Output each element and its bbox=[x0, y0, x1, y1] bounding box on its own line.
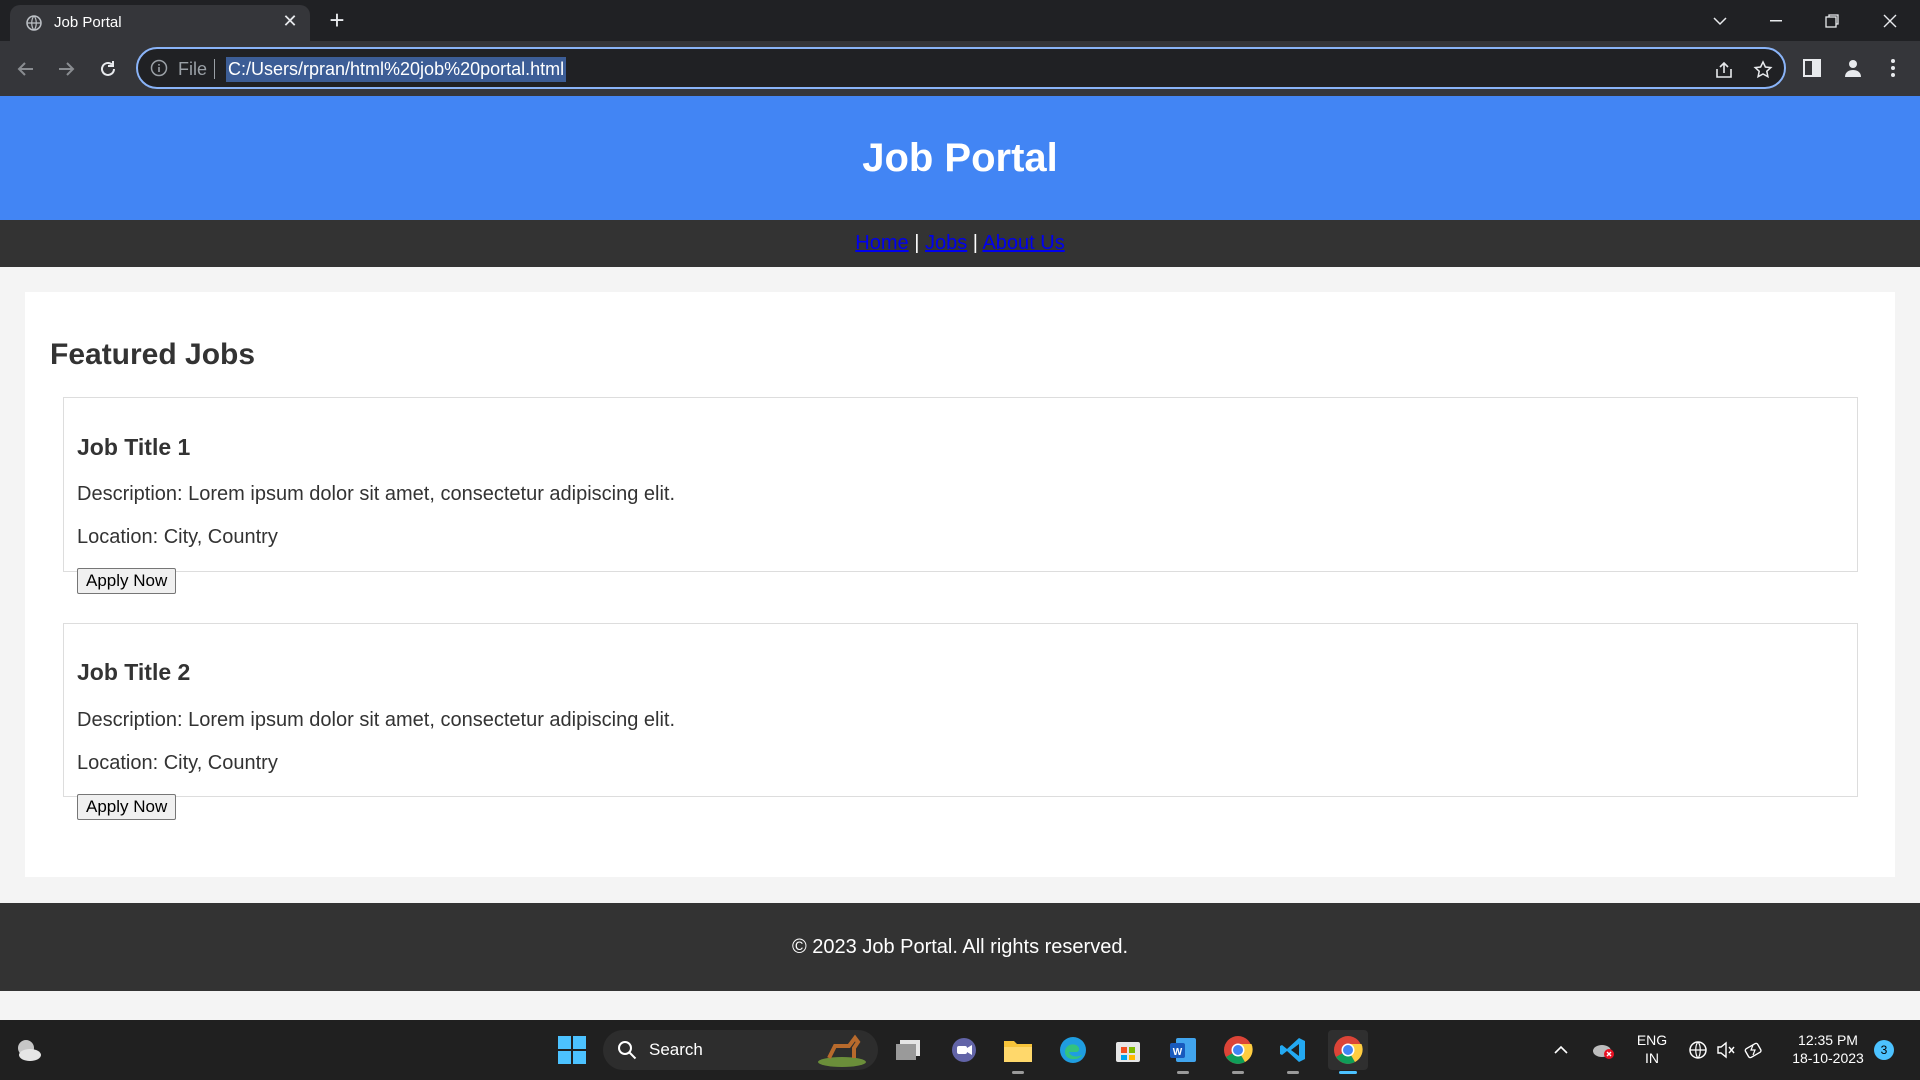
menu-kebab-icon[interactable] bbox=[1880, 55, 1906, 81]
battery-icon[interactable] bbox=[1740, 1030, 1768, 1070]
site-footer: © 2023 Job Portal. All rights reserved. bbox=[0, 903, 1920, 991]
back-button[interactable] bbox=[10, 53, 42, 85]
chrome-icon[interactable] bbox=[1218, 1030, 1258, 1074]
onedrive-error-icon[interactable] bbox=[1585, 1030, 1621, 1070]
nav-link-home[interactable]: Home bbox=[855, 232, 908, 254]
tab-title: Job Portal bbox=[54, 14, 122, 31]
forward-button[interactable] bbox=[50, 53, 82, 85]
scheme-label: File bbox=[178, 59, 208, 79]
new-tab-button[interactable]: + bbox=[322, 6, 352, 36]
globe-icon bbox=[26, 15, 42, 31]
weather-icon[interactable] bbox=[8, 1030, 48, 1070]
store-icon[interactable] bbox=[1108, 1030, 1148, 1070]
word-icon[interactable]: W bbox=[1163, 1030, 1203, 1074]
search-label: Search bbox=[649, 1040, 703, 1059]
notification-badge[interactable]: 3 bbox=[1874, 1040, 1894, 1060]
job-card: Job Title 1 Description: Lorem ipsum dol… bbox=[63, 397, 1858, 594]
apply-now-button[interactable]: Apply Now bbox=[77, 794, 177, 820]
nav-link-jobs[interactable]: Jobs bbox=[925, 232, 967, 254]
web-page: Job Portal Home | Jobs | About Us Featur… bbox=[0, 96, 1920, 1020]
url-text[interactable]: C:/Users/rpran/html%20job%20portal.html bbox=[226, 57, 567, 82]
running-indicator bbox=[1177, 1071, 1189, 1074]
taskbar-search[interactable]: Search bbox=[603, 1030, 878, 1070]
browser-toolbar: File C:/Users/rpran/html%20job%20portal.… bbox=[0, 41, 1920, 96]
browser-tab[interactable]: Job Portal ✕ bbox=[10, 5, 310, 41]
search-highlight-icon bbox=[818, 1034, 866, 1067]
taskbar: Search W ENG IN 12:35 PM 18-10-2023 3 bbox=[0, 1020, 1920, 1080]
bookmark-star-icon[interactable] bbox=[1752, 59, 1774, 81]
job-description: Description: Lorem ipsum dolor sit amet,… bbox=[77, 709, 676, 731]
tab-search-icon[interactable] bbox=[1692, 0, 1748, 41]
job-description: Description: Lorem ipsum dolor sit amet,… bbox=[77, 483, 676, 505]
job-location: Location: City, Country bbox=[77, 526, 278, 548]
language-code: ENG bbox=[1636, 1032, 1668, 1048]
site-nav: Home | Jobs | About Us bbox=[0, 220, 1920, 267]
site-header: Job Portal bbox=[0, 96, 1920, 220]
side-panel-icon[interactable] bbox=[1799, 55, 1825, 81]
task-view-icon[interactable] bbox=[888, 1030, 928, 1070]
omnibox-divider bbox=[214, 59, 215, 79]
nav-separator: | bbox=[914, 232, 920, 254]
network-globe-icon[interactable] bbox=[1684, 1030, 1712, 1070]
chevron-up-icon[interactable] bbox=[1543, 1030, 1579, 1070]
vscode-icon[interactable] bbox=[1273, 1030, 1313, 1074]
share-icon[interactable] bbox=[1713, 59, 1735, 81]
site-title: Job Portal bbox=[862, 136, 1058, 180]
edge-icon[interactable] bbox=[1053, 1030, 1093, 1070]
region-code: IN bbox=[1645, 1050, 1659, 1066]
volume-muted-icon[interactable] bbox=[1712, 1030, 1740, 1070]
language-indicator[interactable]: ENG IN bbox=[1630, 1031, 1674, 1067]
search-icon bbox=[618, 1041, 637, 1060]
info-icon[interactable] bbox=[150, 59, 168, 77]
reload-button[interactable] bbox=[92, 53, 124, 85]
clock[interactable]: 12:35 PM 18-10-2023 bbox=[1780, 1031, 1876, 1067]
minimize-button[interactable] bbox=[1748, 0, 1804, 41]
active-indicator bbox=[1339, 1071, 1357, 1074]
running-indicator bbox=[1287, 1071, 1299, 1074]
job-title: Job Title 2 bbox=[77, 659, 191, 685]
file-explorer-icon[interactable] bbox=[998, 1030, 1038, 1074]
address-bar[interactable]: File C:/Users/rpran/html%20job%20portal.… bbox=[136, 47, 1786, 89]
job-location: Location: City, Country bbox=[77, 752, 278, 774]
start-icon[interactable] bbox=[552, 1030, 592, 1070]
browser-tab-strip: Job Portal ✕ + bbox=[0, 0, 1920, 41]
section-heading: Featured Jobs bbox=[50, 338, 256, 371]
job-card: Job Title 2 Description: Lorem ipsum dol… bbox=[63, 623, 1858, 820]
restore-button[interactable] bbox=[1804, 0, 1860, 41]
nav-separator: | bbox=[972, 232, 978, 254]
job-title: Job Title 1 bbox=[77, 434, 191, 460]
chrome-active-icon[interactable] bbox=[1328, 1030, 1368, 1074]
apply-now-button[interactable]: Apply Now bbox=[77, 568, 177, 594]
footer-text: © 2023 Job Portal. All rights reserved. bbox=[791, 936, 1128, 958]
nav-link-about-us[interactable]: About Us bbox=[982, 232, 1064, 254]
close-window-button[interactable] bbox=[1862, 0, 1918, 41]
profile-icon[interactable] bbox=[1840, 55, 1866, 81]
running-indicator bbox=[1012, 1071, 1024, 1074]
svg-text:W: W bbox=[1173, 1047, 1183, 1058]
running-indicator bbox=[1232, 1071, 1244, 1074]
clock-time: 12:35 PM bbox=[1798, 1032, 1858, 1048]
featured-jobs-section: Featured Jobs Job Title 1 Description: L… bbox=[25, 292, 1895, 877]
close-tab-icon[interactable]: ✕ bbox=[280, 11, 300, 31]
clock-date: 18-10-2023 bbox=[1792, 1050, 1864, 1066]
teams-chat-icon[interactable] bbox=[944, 1030, 984, 1070]
